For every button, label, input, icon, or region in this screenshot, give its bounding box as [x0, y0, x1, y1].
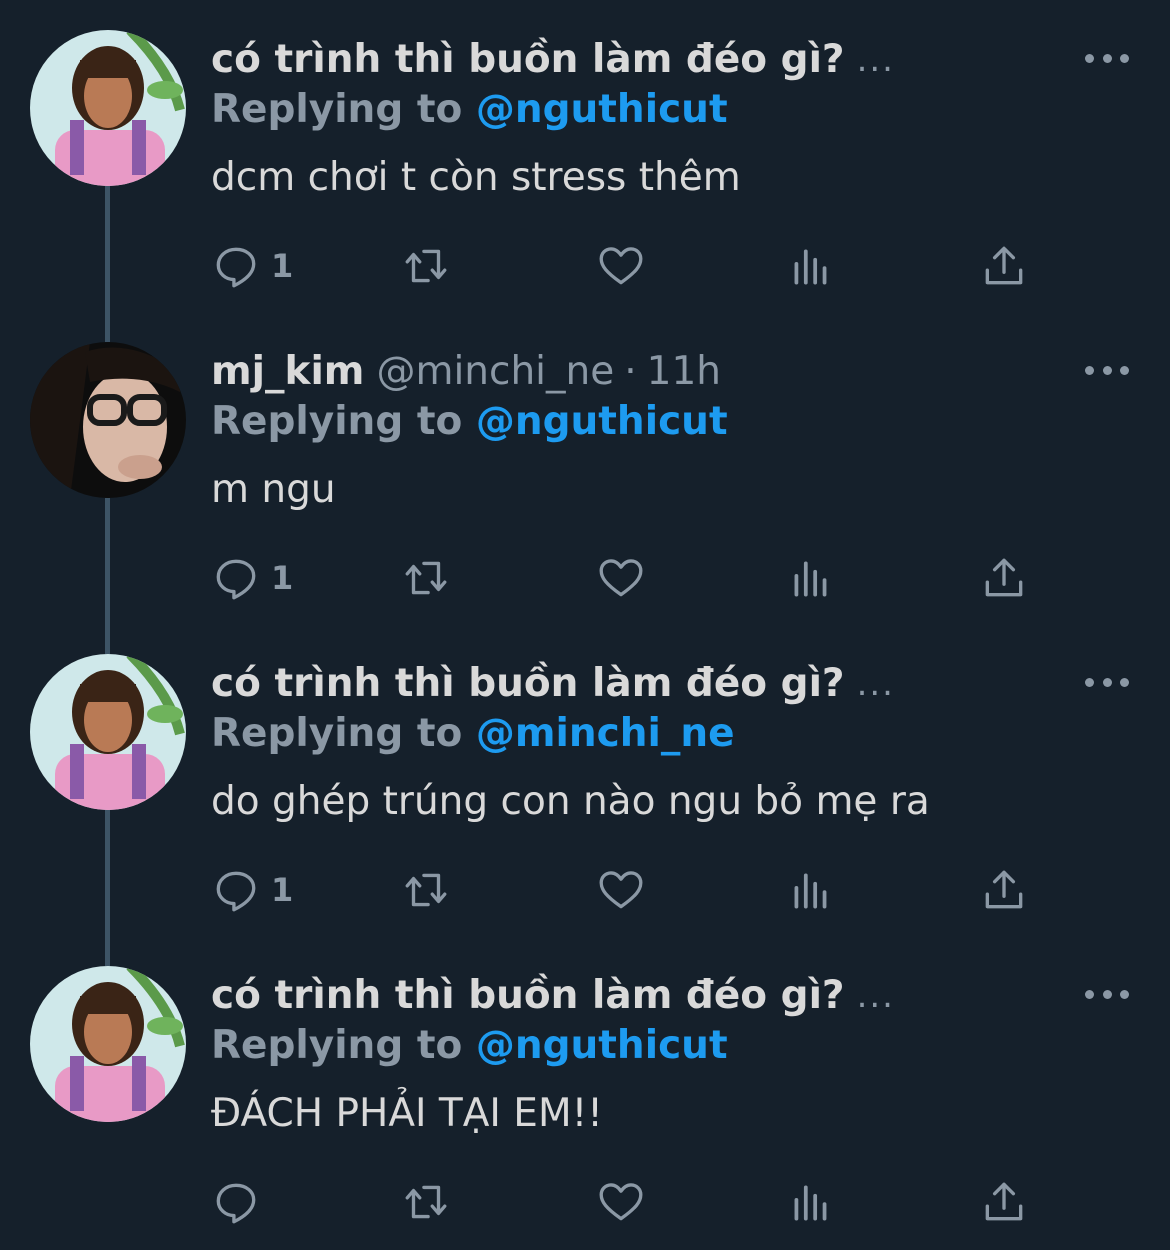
action-bar: 1	[211, 862, 1061, 918]
reply-count: 1	[271, 247, 294, 285]
like-icon	[599, 871, 643, 909]
reply-count: 1	[271, 559, 294, 597]
display-name[interactable]: có trình thì buồn làm đéo gì?	[211, 34, 845, 86]
more-icon[interactable]	[1085, 984, 1129, 1004]
tweet-header: mj_kim @minchi_ne · 11h	[211, 342, 721, 402]
replying-to: Replying to @nguthicut	[211, 82, 728, 138]
dwayne-dora-avatar-image	[30, 654, 186, 810]
display-name[interactable]: mj_kim	[211, 346, 364, 398]
retweet-icon	[405, 1185, 447, 1219]
dwayne-dora-avatar-image	[30, 966, 186, 1122]
separator: ·	[624, 349, 637, 394]
tweet[interactable]: có trình thì buồn làm đéo gì? ... Replyi…	[0, 0, 1170, 312]
retweet-button[interactable]	[401, 1174, 451, 1230]
tweet-text: m ngu	[211, 467, 336, 512]
tweet[interactable]: có trình thì buồn làm đéo gì? ... Replyi…	[0, 936, 1170, 1248]
reply-button[interactable]: 1	[211, 238, 293, 294]
tweet-text: ĐÁCH PHẢI TẠI EM!!	[211, 1091, 603, 1136]
mention-link[interactable]: @nguthicut	[476, 1023, 728, 1068]
replying-to: Replying to @nguthicut	[211, 394, 728, 450]
share-button[interactable]	[979, 238, 1029, 294]
share-button[interactable]	[979, 550, 1029, 606]
retweet-icon	[405, 249, 447, 283]
views-icon	[794, 249, 827, 285]
action-bar	[211, 1174, 1061, 1230]
mention-link[interactable]: @minchi_ne	[476, 711, 735, 756]
name-truncation: ...	[856, 664, 895, 704]
replying-label: Replying to	[211, 1023, 463, 1068]
tweet-text: dcm chơi t còn stress thêm	[211, 155, 741, 200]
timestamp[interactable]: 11h	[647, 346, 721, 398]
reply-icon	[216, 247, 256, 288]
replying-label: Replying to	[211, 399, 463, 444]
avatar[interactable]	[30, 966, 186, 1122]
like-button[interactable]	[596, 862, 646, 918]
share-icon	[985, 1182, 1023, 1221]
mention-link[interactable]: @nguthicut	[476, 87, 728, 132]
retweet-button[interactable]	[401, 238, 451, 294]
reply-count: 1	[271, 871, 294, 909]
retweet-icon	[405, 561, 447, 595]
reply-icon	[216, 1183, 256, 1224]
avatar[interactable]	[30, 342, 186, 498]
reply-icon	[216, 871, 256, 912]
views-button[interactable]	[786, 1174, 836, 1230]
replying-to: Replying to @minchi_ne	[211, 706, 735, 762]
share-icon	[985, 558, 1023, 597]
avatar[interactable]	[30, 654, 186, 810]
views-icon	[794, 873, 827, 909]
action-bar: 1	[211, 238, 1061, 294]
action-bar: 1	[211, 550, 1061, 606]
like-icon	[599, 559, 643, 597]
tweet-text: do ghép trúng con nào ngu bỏ mẹ ra	[211, 779, 930, 824]
views-button[interactable]	[786, 238, 836, 294]
retweet-button[interactable]	[401, 862, 451, 918]
share-button[interactable]	[979, 862, 1029, 918]
views-icon	[794, 561, 827, 597]
user-handle[interactable]: @minchi_ne	[376, 346, 614, 398]
display-name[interactable]: có trình thì buồn làm đéo gì?	[211, 970, 845, 1022]
avatar[interactable]	[30, 30, 186, 186]
more-icon[interactable]	[1085, 672, 1129, 692]
views-button[interactable]	[786, 862, 836, 918]
like-button[interactable]	[596, 550, 646, 606]
retweet-button[interactable]	[401, 550, 451, 606]
share-button[interactable]	[979, 1174, 1029, 1230]
like-icon	[599, 1183, 643, 1221]
display-name[interactable]: có trình thì buồn làm đéo gì?	[211, 658, 845, 710]
girl-glasses-avatar-image	[30, 342, 186, 498]
tweet-header: có trình thì buồn làm đéo gì? ...	[211, 30, 895, 90]
share-icon	[985, 246, 1023, 285]
like-icon	[599, 247, 643, 285]
name-truncation: ...	[856, 40, 895, 80]
views-icon	[794, 1185, 827, 1221]
reply-button[interactable]	[211, 1174, 271, 1230]
dwayne-dora-avatar-image	[30, 30, 186, 186]
share-icon	[985, 870, 1023, 909]
like-button[interactable]	[596, 1174, 646, 1230]
more-icon[interactable]	[1085, 360, 1129, 380]
replying-to: Replying to @nguthicut	[211, 1018, 728, 1074]
retweet-icon	[405, 873, 447, 907]
name-truncation: ...	[856, 976, 895, 1016]
tweet[interactable]: mj_kim @minchi_ne · 11h Replying to @ngu…	[0, 312, 1170, 624]
tweet-header: có trình thì buồn làm đéo gì? ...	[211, 654, 895, 714]
replying-label: Replying to	[211, 711, 463, 756]
more-icon[interactable]	[1085, 48, 1129, 68]
reply-button[interactable]: 1	[211, 862, 293, 918]
like-button[interactable]	[596, 238, 646, 294]
reply-icon	[216, 559, 256, 600]
views-button[interactable]	[786, 550, 836, 606]
tweet[interactable]: có trình thì buồn làm đéo gì? ... Replyi…	[0, 624, 1170, 936]
mention-link[interactable]: @nguthicut	[476, 399, 728, 444]
tweet-header: có trình thì buồn làm đéo gì? ...	[211, 966, 895, 1026]
reply-button[interactable]: 1	[211, 550, 293, 606]
replying-label: Replying to	[211, 87, 463, 132]
